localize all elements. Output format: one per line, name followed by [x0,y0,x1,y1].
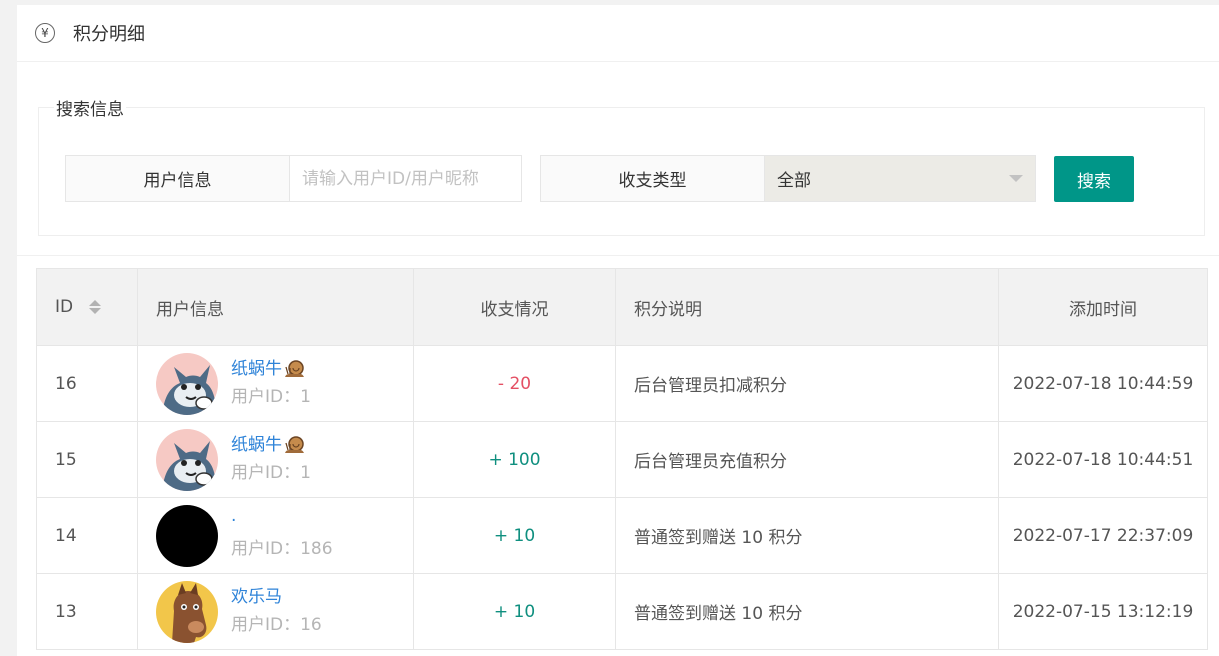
avatar[interactable] [156,580,218,643]
user-meta: · 用户ID：186 [231,508,333,564]
yen-icon: ¥ [35,23,55,43]
points-detail-card: ¥ 积分明细 搜索信息 用户信息 收支类型 全部 搜索 ID [17,5,1219,656]
row-time: 2022-07-18 10:44:51 [998,421,1208,498]
row-time: 2022-07-17 22:37:09 [998,497,1208,574]
nickname-link[interactable]: 纸蜗牛 [231,432,311,458]
search-legend: 搜索信息 [54,95,126,120]
user-cell: 欢乐马 用户ID：16 [156,580,413,643]
user-meta: 纸蜗牛 用户ID：1 [231,432,311,488]
row-amount: + 10 [413,497,616,574]
cat-avatar-icon [156,352,218,415]
user-cell: 纸蜗牛 用户ID：1 [156,428,413,491]
page-title: 积分明细 [73,24,145,45]
caret-down-icon [1009,175,1023,182]
user-cell: · 用户ID：186 [156,504,413,567]
row-id: 15 [36,421,138,498]
user-search-input[interactable] [290,156,521,201]
nickname-link[interactable]: · [231,508,333,534]
avatar[interactable] [156,428,218,491]
table-header-row: ID 用户信息 收支情况 积分说明 添加时间 [36,268,1208,346]
snail-icon [285,435,304,453]
nickname-link[interactable]: 纸蜗牛 [231,356,311,382]
avatar[interactable] [156,352,218,415]
col-id[interactable]: ID [36,268,138,346]
row-description: 后台管理员扣减积分 [615,345,999,422]
user-id-text: 用户ID：1 [231,386,311,407]
table-row: 15 纸蜗牛 用户ID：1 + 100 后台管理员充值积分 2022-07-18… [36,421,1208,498]
type-field: 收支类型 全部 [540,155,1036,202]
col-user-info: 用户信息 [137,268,414,346]
row-amount: - 20 [413,345,616,422]
search-form: 用户信息 收支类型 全部 搜索 [65,155,1134,202]
sort-icon[interactable] [88,300,101,314]
type-select-value: 全部 [777,171,811,191]
row-amount: + 100 [413,421,616,498]
horse-avatar-icon [156,580,218,643]
user-cell: 纸蜗牛 用户ID：1 [156,352,413,415]
user-id-text: 用户ID：1 [231,462,311,483]
type-label: 收支类型 [541,156,765,201]
row-id: 13 [36,573,138,650]
row-time: 2022-07-18 10:44:59 [998,345,1208,422]
user-meta: 纸蜗牛 用户ID：1 [231,356,311,412]
row-description: 普通签到赠送 10 积分 [615,497,999,574]
row-user: 欢乐马 用户ID：16 [137,573,414,650]
black-avatar-icon [156,504,218,567]
col-time: 添加时间 [998,268,1208,346]
snail-icon [285,359,304,377]
user-id-text: 用户ID：186 [231,538,333,559]
row-user: 纸蜗牛 用户ID：1 [137,345,414,422]
row-id: 14 [36,497,138,574]
row-user: 纸蜗牛 用户ID：1 [137,421,414,498]
row-user: · 用户ID：186 [137,497,414,574]
type-select[interactable]: 全部 [765,156,1035,201]
table-row: 13 欢乐马 用户ID：16 + 10 普通签到赠送 10 积分 2022-07… [36,573,1208,650]
user-meta: 欢乐马 用户ID：16 [231,584,322,640]
row-id: 16 [36,345,138,422]
search-button[interactable]: 搜索 [1054,156,1134,202]
user-id-text: 用户ID：16 [231,614,322,635]
row-amount: + 10 [413,573,616,650]
user-info-label: 用户信息 [66,156,290,201]
nickname-link[interactable]: 欢乐马 [231,584,322,610]
col-amount: 收支情况 [413,268,616,346]
row-description: 后台管理员充值积分 [615,421,999,498]
points-table: ID 用户信息 收支情况 积分说明 添加时间 16 纸蜗牛 用户ID：1 - 2… [36,268,1208,650]
avatar[interactable] [156,504,218,567]
col-description: 积分说明 [615,268,999,346]
divider [17,255,1219,256]
cat-avatar-icon [156,428,218,491]
card-header: ¥ 积分明细 [17,5,1219,62]
row-time: 2022-07-15 13:12:19 [998,573,1208,650]
row-description: 普通签到赠送 10 积分 [615,573,999,650]
table-row: 14 · 用户ID：186 + 10 普通签到赠送 10 积分 2022-07-… [36,497,1208,574]
user-info-field: 用户信息 [65,155,522,202]
table-row: 16 纸蜗牛 用户ID：1 - 20 后台管理员扣减积分 2022-07-18 … [36,345,1208,422]
